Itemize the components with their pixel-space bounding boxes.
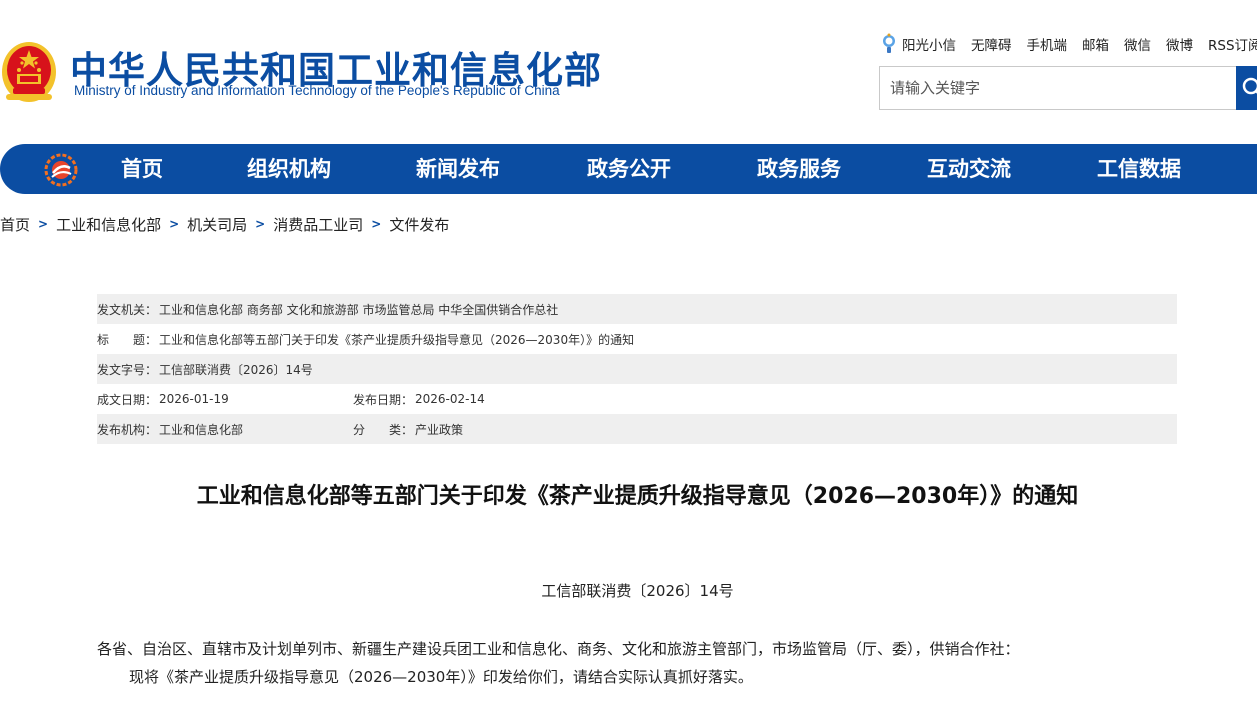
meta-row-issuer: 发文机关： 工业和信息化部 商务部 文化和旅游部 市场监管总局 中华全国供销合作… [97, 294, 1177, 324]
meta-value-docno: 工信部联消费〔2026〕14号 [159, 362, 313, 377]
quicklink-wechat[interactable]: 微信 [1124, 34, 1151, 54]
meta-label: 发布日期： [353, 392, 414, 407]
meta-label: 成文日期： [97, 392, 158, 407]
meta-value-title: 工业和信息化部等五部门关于印发《茶产业提质升级指导意见（2026—2030年）》… [159, 332, 635, 347]
chevron-right-icon: > [255, 217, 266, 231]
article-title: 工业和信息化部等五部门关于印发《茶产业提质升级指导意见（2026—2030年）》… [196, 484, 1079, 509]
meta-label: 标 题： [97, 332, 158, 347]
chevron-right-icon: > [38, 217, 49, 231]
quicklink-rss[interactable]: RSS订阅 [1208, 34, 1257, 54]
document-metadata: 发文机关： 工业和信息化部 商务部 文化和旅游部 市场监管总局 中华全国供销合作… [97, 294, 1177, 444]
quicklink-weibo[interactable]: 微博 [1166, 34, 1193, 54]
meta-label: 发文字号： [97, 362, 158, 377]
meta-value-org: 工业和信息化部 [159, 422, 244, 437]
nav-government-services[interactable]: 政务服务 [757, 144, 841, 194]
meta-row-title: 标 题： 工业和信息化部等五部门关于印发《茶产业提质升级指导意见（2026—20… [97, 324, 1177, 354]
quicklink-accessibility[interactable]: 无障碍 [971, 34, 1012, 54]
site-header: 中华人民共和国工业和信息化部 Ministry of Industry and … [0, 0, 1257, 140]
nav-government-affairs[interactable]: 政务公开 [587, 144, 671, 194]
search-icon [1242, 77, 1257, 95]
search-input[interactable] [890, 67, 1230, 109]
quick-links: 阳光小信 无障碍 手机端 邮箱 微信 微博 RSS订阅 [880, 33, 1257, 55]
site-subtitle: Ministry of Industry and Information Tec… [74, 83, 560, 98]
breadcrumb-departments[interactable]: 机关司局 [187, 214, 247, 235]
breadcrumb-ministry[interactable]: 工业和信息化部 [56, 214, 161, 235]
nav-organization[interactable]: 组织机构 [247, 144, 331, 194]
breadcrumb-consumer-goods[interactable]: 消费品工业司 [273, 214, 363, 235]
quicklink-mobile[interactable]: 手机端 [1027, 34, 1068, 54]
meta-label: 分 类： [353, 422, 414, 437]
meta-value-published: 2026-02-14 [415, 392, 485, 406]
meta-row-docno: 发文字号： 工信部联消费〔2026〕14号 [97, 354, 1177, 384]
search-button[interactable] [1236, 66, 1257, 110]
meta-label: 发文机关： [97, 302, 158, 317]
article-paragraph: 现将《茶产业提质升级指导意见（2026—2030年）》印发给你们，请结合实际认真… [129, 668, 753, 686]
meta-value-category: 产业政策 [415, 422, 464, 437]
breadcrumb: 首页 > 工业和信息化部 > 机关司局 > 消费品工业司 > 文件发布 [0, 212, 449, 236]
article-paragraph: 各省、自治区、直辖市及计划单列市、新疆生产建设兵团工业和信息化、商务、文化和旅游… [97, 640, 1020, 658]
meta-row-org: 发布机构： 工业和信息化部 分 类： 产业政策 [97, 414, 1177, 444]
breadcrumb-home[interactable]: 首页 [0, 214, 30, 235]
meta-value-issuer: 工业和信息化部 商务部 文化和旅游部 市场监管总局 中华全国供销合作总社 [159, 302, 559, 317]
document-number: 工信部联消费〔2026〕14号 [541, 582, 734, 600]
national-emblem-icon[interactable] [0, 38, 58, 104]
mascot-icon[interactable] [880, 33, 898, 55]
chevron-right-icon: > [371, 217, 382, 231]
nav-news[interactable]: 新闻发布 [416, 144, 500, 194]
ministry-logo-icon[interactable] [44, 153, 78, 187]
quicklink-sunshine[interactable]: 阳光小信 [902, 34, 956, 54]
quicklink-mailbox[interactable]: 邮箱 [1082, 34, 1109, 54]
meta-value-created: 2026-01-19 [159, 392, 229, 406]
nav-data[interactable]: 工信数据 [1097, 144, 1181, 194]
breadcrumb-documents[interactable]: 文件发布 [389, 214, 449, 235]
main-nav: 首页 组织机构 新闻发布 政务公开 政务服务 互动交流 工信数据 [0, 144, 1257, 194]
nav-interaction[interactable]: 互动交流 [927, 144, 1011, 194]
search-box [879, 66, 1239, 110]
meta-label: 发布机构： [97, 422, 158, 437]
nav-home[interactable]: 首页 [121, 144, 163, 194]
meta-row-dates: 成文日期： 2026-01-19 发布日期： 2026-02-14 [97, 384, 1177, 414]
chevron-right-icon: > [169, 217, 180, 231]
